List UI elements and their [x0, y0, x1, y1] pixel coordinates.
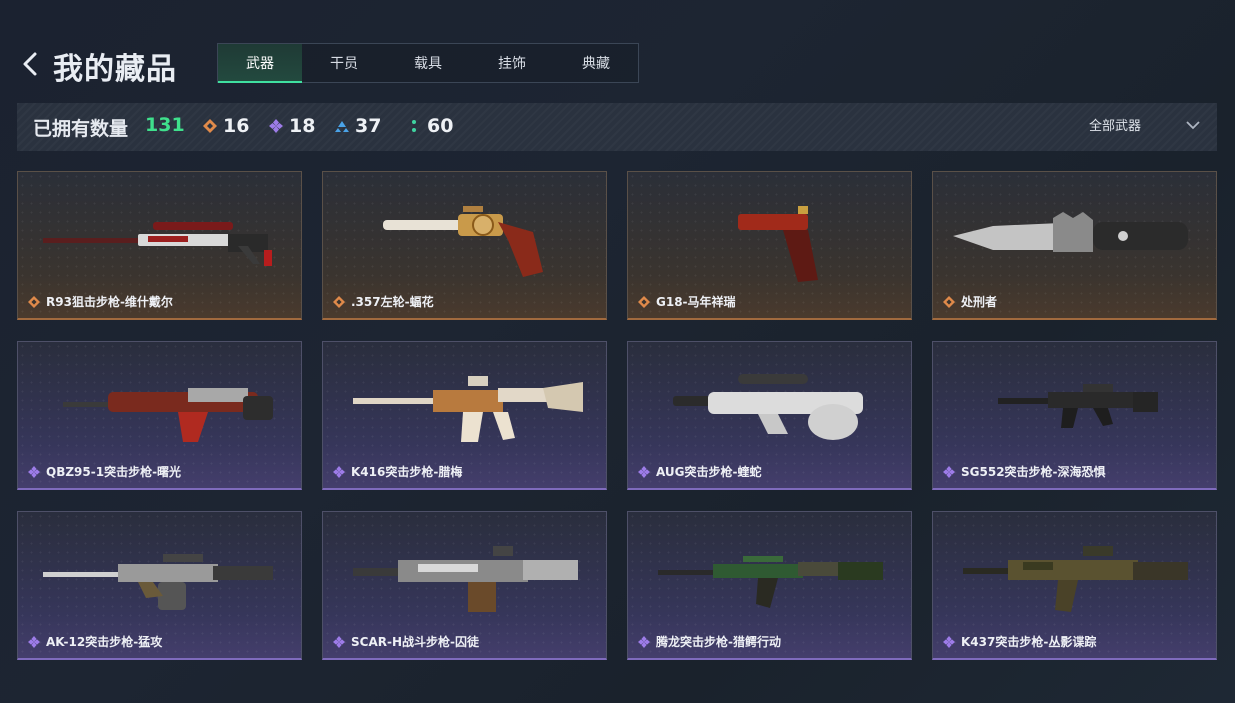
tab-vehicles[interactable]: 载具	[386, 44, 470, 82]
sniper-rifle-image	[43, 222, 272, 266]
chevron-left-icon	[23, 52, 37, 76]
weapon-card[interactable]: 腾龙突击步枪-猎鳄行动	[627, 511, 912, 660]
purple-diamond-icon	[269, 119, 283, 133]
rarity-count-purple: 18	[269, 115, 315, 137]
back-button[interactable]	[20, 50, 42, 78]
weapon-card[interactable]: SG552突击步枪-深海恐惧	[932, 341, 1217, 490]
purple-diamond-icon	[638, 465, 650, 478]
rarity-count-green: 60	[407, 115, 453, 137]
weapon-name: QBZ95-1突击步枪-曙光	[46, 465, 182, 479]
owned-label: 已拥有数量	[33, 118, 129, 140]
weapon-name-row: 处刑者	[943, 293, 997, 310]
purple-diamond-icon	[28, 635, 40, 648]
weapon-name: AUG突击步枪-蝰蛇	[656, 465, 762, 479]
weapon-name-row: K437突击步枪-丛影谍踪	[943, 633, 1096, 650]
weapon-name: 腾龙突击步枪-猎鳄行动	[656, 635, 781, 649]
chevron-down-icon	[1186, 120, 1200, 129]
weapon-card[interactable]: AUG突击步枪-蝰蛇	[627, 341, 912, 490]
blue-triangle-icon	[335, 121, 349, 132]
camo-rifle-image	[963, 546, 1188, 612]
weapon-name-row: SG552突击步枪-深海恐惧	[943, 463, 1106, 480]
tab-charms[interactable]: 挂饰	[470, 44, 554, 82]
weapon-name-row: SCAR-H战斗步枪-囚徒	[333, 633, 479, 650]
weapon-name-row: .357左轮-蝠花	[333, 293, 434, 310]
knife-image	[953, 212, 1188, 252]
weapon-name: K416突击步枪-腊梅	[351, 465, 463, 479]
orange-diamond-icon	[28, 295, 40, 308]
weapon-name: R93狙击步枪-维什戴尔	[46, 295, 173, 309]
weapon-name: 处刑者	[961, 295, 998, 309]
orange-diamond-icon	[638, 295, 650, 308]
weapon-filter-dropdown[interactable]: 全部武器	[1089, 115, 1201, 134]
carbine-image	[998, 384, 1158, 428]
ak-rifle-image	[43, 554, 273, 610]
aug-rifle-image	[673, 374, 863, 440]
weapon-name: AK-12突击步枪-猛攻	[46, 635, 163, 649]
bullpup-rifle-image	[63, 388, 273, 442]
weapon-name: G18-马年祥瑞	[656, 295, 736, 309]
category-tabs: 武器 干员 载具 挂饰 典藏	[217, 43, 639, 83]
weapon-card[interactable]: K416突击步枪-腊梅	[322, 341, 607, 490]
assault-rifle-image	[353, 376, 583, 442]
weapon-name: SG552突击步枪-深海恐惧	[961, 465, 1106, 479]
green-dots-icon	[412, 120, 416, 132]
purple-diamond-icon	[943, 465, 955, 478]
tab-collection[interactable]: 典藏	[554, 44, 638, 82]
purple-diamond-icon	[943, 635, 955, 648]
tab-operators[interactable]: 干员	[302, 44, 386, 82]
weapon-card[interactable]: K437突击步枪-丛影谍踪	[932, 511, 1217, 660]
purple-diamond-icon	[28, 465, 40, 478]
weapon-name-row: R93狙击步枪-维什戴尔	[28, 293, 173, 310]
revolver-image	[383, 206, 543, 277]
scar-rifle-image	[353, 546, 578, 612]
weapon-card[interactable]: 处刑者	[932, 171, 1217, 320]
weapon-card[interactable]: G18-马年祥瑞	[627, 171, 912, 320]
purple-diamond-icon	[333, 635, 345, 648]
weapon-name: K437突击步枪-丛影谍踪	[961, 635, 1097, 649]
weapon-name-row: AK-12突击步枪-猛攻	[28, 633, 162, 650]
page-title: 我的藏品	[53, 52, 177, 87]
owned-count: 131	[145, 114, 185, 136]
rarity-count-blue: 37	[335, 115, 381, 137]
weapon-name: SCAR-H战斗步枪-囚徒	[351, 635, 479, 649]
weapon-name-row: G18-马年祥瑞	[638, 293, 736, 310]
weapon-name-row: 腾龙突击步枪-猎鳄行动	[638, 633, 781, 650]
purple-diamond-icon	[638, 635, 650, 648]
orange-diamond-icon	[333, 295, 345, 308]
pistol-image	[738, 206, 818, 282]
purple-diamond-icon	[333, 465, 345, 478]
weapon-name-row: K416突击步枪-腊梅	[333, 463, 462, 480]
green-rifle-image	[658, 556, 883, 608]
weapon-card[interactable]: .357左轮-蝠花	[322, 171, 607, 320]
weapon-card[interactable]: QBZ95-1突击步枪-曙光	[17, 341, 302, 490]
weapon-name-row: AUG突击步枪-蝰蛇	[638, 463, 762, 480]
filter-label: 全部武器	[1088, 119, 1141, 134]
weapon-card[interactable]: AK-12突击步枪-猛攻	[17, 511, 302, 660]
weapon-name: .357左轮-蝠花	[351, 295, 434, 309]
weapon-name-row: QBZ95-1突击步枪-曙光	[28, 463, 181, 480]
weapon-card[interactable]: SCAR-H战斗步枪-囚徒	[322, 511, 607, 660]
tab-weapons[interactable]: 武器	[218, 44, 302, 83]
orange-diamond-icon	[943, 295, 955, 308]
rarity-count-orange: 16	[203, 115, 249, 137]
weapon-card[interactable]: R93狙击步枪-维什戴尔	[17, 171, 302, 320]
stats-bar: 已拥有数量 131 16 18 37 60 全部武器	[17, 103, 1217, 151]
orange-diamond-icon	[203, 119, 217, 133]
